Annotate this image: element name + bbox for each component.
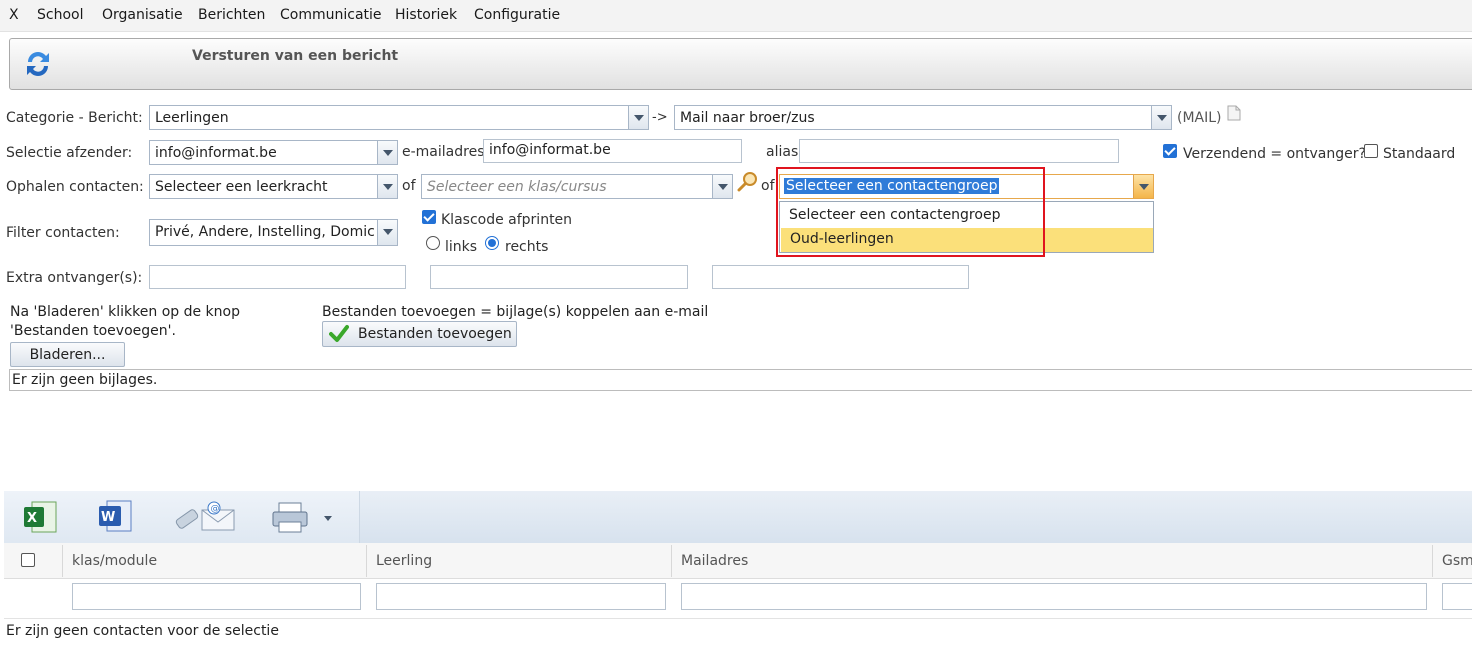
rechts-label: rechts: [505, 239, 549, 255]
svg-text:W: W: [101, 510, 115, 525]
checkmark-icon: [329, 324, 349, 344]
attachment-info: Bestanden toevoegen = bijlage(s) koppele…: [322, 304, 709, 320]
column-header-gsm[interactable]: Gsm: [1442, 553, 1472, 569]
chevron-down-icon[interactable]: [1133, 175, 1153, 198]
leerkracht-select[interactable]: Selecteer een leerkracht: [149, 174, 398, 199]
menu-item-berichten[interactable]: Berichten: [198, 7, 265, 23]
grid-empty-message: Er zijn geen contacten voor de selectie: [6, 623, 279, 639]
chevron-down-icon[interactable]: [377, 175, 397, 198]
svg-text:X: X: [27, 511, 37, 526]
select-all-checkbox[interactable]: [21, 553, 35, 567]
filter-label: Filter contacten:: [6, 225, 120, 241]
document-icon[interactable]: [1227, 105, 1241, 121]
search-icon[interactable]: [737, 171, 759, 193]
bericht-select[interactable]: Mail naar broer/zus: [674, 105, 1172, 130]
printer-icon[interactable]: [270, 499, 334, 535]
menu-item-x[interactable]: X: [9, 7, 19, 23]
afzender-value: info@informat.be: [155, 145, 277, 161]
verzendend-label: Verzendend = ontvanger?: [1183, 146, 1366, 162]
filter-klas-input[interactable]: [72, 583, 361, 610]
menu-item-historiek[interactable]: Historiek: [395, 7, 457, 23]
extra-input-3[interactable]: [712, 265, 969, 289]
chevron-down-icon[interactable]: [628, 106, 648, 129]
menu-item-organisatie[interactable]: Organisatie: [102, 7, 183, 23]
page-header: [9, 38, 1472, 90]
afzender-select[interactable]: info@informat.be: [149, 140, 398, 165]
verzendend-checkbox[interactable]: [1163, 144, 1177, 158]
bestanden-toevoegen-label: Bestanden toevoegen: [358, 326, 512, 342]
klas-select[interactable]: Selecteer een klas/cursus: [421, 174, 733, 199]
chevron-down-icon[interactable]: [712, 175, 732, 198]
send-mail-icon[interactable]: @: [172, 498, 238, 534]
categorie-value: Leerlingen: [155, 110, 229, 126]
excel-icon[interactable]: X: [22, 499, 60, 535]
column-header-leerling[interactable]: Leerling: [376, 553, 432, 569]
attachment-status: Er zijn geen bijlages.: [9, 369, 1472, 391]
menu-item-configuratie[interactable]: Configuratie: [474, 7, 560, 23]
filter-value: Privé, Andere, Instelling, Domicili: [155, 224, 375, 240]
filter-select[interactable]: Privé, Andere, Instelling, Domicili: [149, 219, 398, 246]
column-separator: [671, 545, 672, 577]
arrow-text: ->: [652, 110, 668, 125]
svg-text:@: @: [211, 504, 220, 514]
menu-item-school[interactable]: School: [37, 7, 83, 23]
filter-gsm-input[interactable]: [1442, 583, 1472, 610]
links-radio[interactable]: [426, 236, 440, 250]
leerkracht-value: Selecteer een leerkracht: [155, 179, 328, 195]
page-title: Versturen van een bericht: [192, 48, 399, 64]
refresh-arrows-icon: [20, 46, 56, 82]
klascode-label: Klascode afprinten: [441, 212, 573, 228]
bestanden-toevoegen-button[interactable]: Bestanden toevoegen: [322, 321, 517, 347]
highlight-box: [776, 167, 1045, 257]
categorie-label: Categorie - Bericht:: [6, 110, 143, 126]
filter-leerling-input[interactable]: [376, 583, 666, 610]
rechts-radio[interactable]: [485, 236, 499, 250]
menu-item-communicatie[interactable]: Communicatie: [280, 7, 382, 23]
word-icon[interactable]: W: [97, 498, 135, 534]
column-separator: [366, 545, 367, 577]
bladeren-button[interactable]: Bladeren...: [10, 342, 125, 367]
bericht-value: Mail naar broer/zus: [680, 110, 815, 126]
chevron-down-icon[interactable]: [377, 141, 397, 164]
klas-placeholder: Selecteer een klas/cursus: [427, 179, 607, 195]
ophalen-label: Ophalen contacten:: [6, 179, 144, 195]
extra-label: Extra ontvanger(s):: [6, 270, 143, 286]
chevron-down-icon[interactable]: [377, 220, 397, 245]
column-header-klas[interactable]: klas/module: [72, 553, 157, 569]
column-header-mailadres[interactable]: Mailadres: [681, 553, 748, 569]
alias-input[interactable]: [799, 139, 1119, 163]
attachment-instruction: Na 'Bladeren' klikken op de knop 'Bestan…: [10, 304, 240, 339]
links-label: links: [445, 239, 478, 255]
standaard-checkbox[interactable]: [1364, 144, 1378, 158]
alias-label: alias: [766, 144, 799, 160]
mail-tag: (MAIL): [1177, 110, 1222, 126]
column-separator: [62, 545, 63, 577]
categorie-select[interactable]: Leerlingen: [149, 105, 649, 130]
afzender-label: Selectie afzender:: [6, 145, 133, 161]
filter-mailadres-input[interactable]: [681, 583, 1427, 610]
of-label-2: of: [761, 178, 775, 194]
chevron-down-icon[interactable]: [1151, 106, 1171, 129]
extra-input-1[interactable]: [149, 265, 406, 289]
extra-input-2[interactable]: [430, 265, 688, 289]
emailadres-input[interactable]: info@informat.be: [483, 139, 742, 163]
of-label-1: of: [402, 178, 416, 194]
column-separator: [1432, 545, 1433, 577]
klascode-checkbox[interactable]: [422, 210, 436, 224]
emailadres-label: e-mailadres: [402, 144, 485, 160]
standaard-label: Standaard: [1383, 146, 1456, 162]
menu-bar: X School Organisatie Berichten Communica…: [0, 0, 1472, 32]
